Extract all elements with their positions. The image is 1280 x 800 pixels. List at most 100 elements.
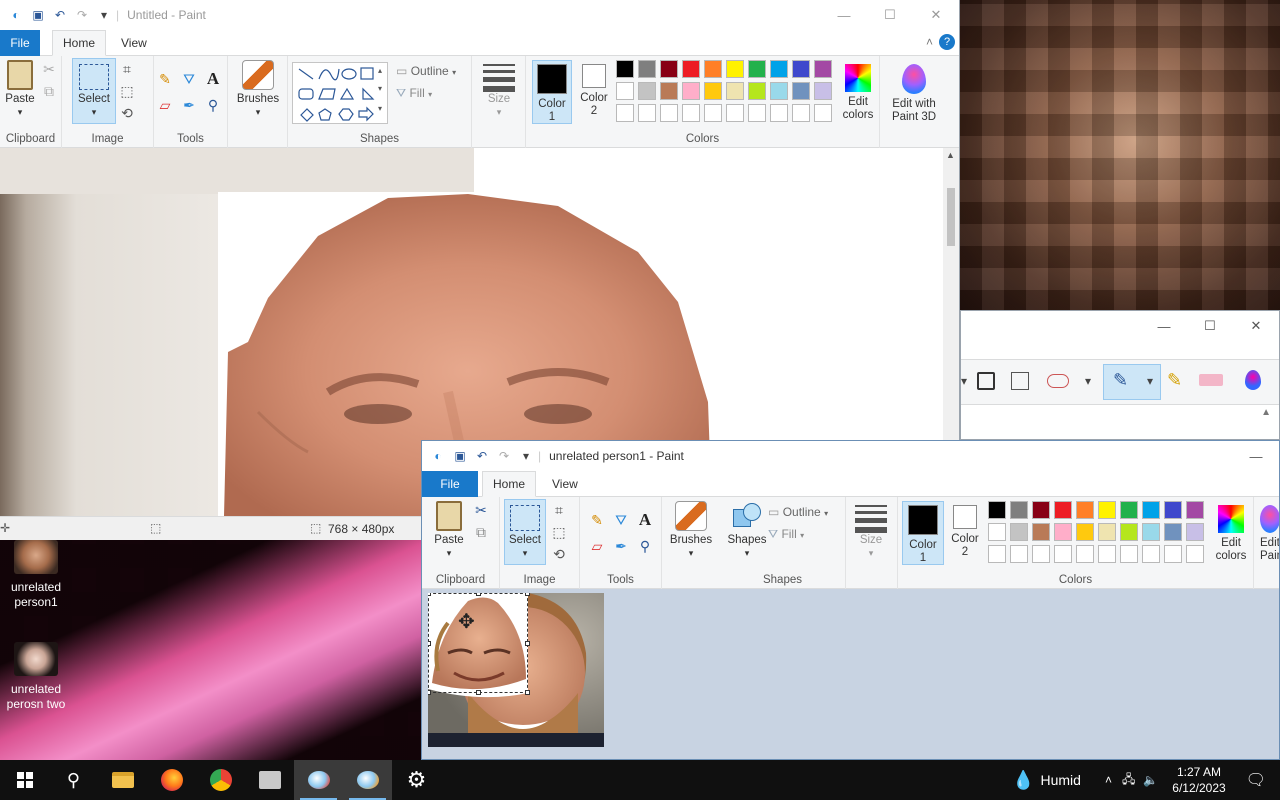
scroll-up-icon[interactable]: ▲ (1261, 407, 1271, 418)
eraser-icon[interactable]: ▱ (156, 96, 174, 114)
taskbar-app[interactable] (245, 760, 294, 800)
color-swatch[interactable] (1076, 501, 1094, 519)
color-swatch[interactable] (792, 82, 810, 100)
chevron-up-icon[interactable]: ▴ (378, 66, 382, 75)
chevron-down-icon[interactable]: ▾ (1147, 374, 1153, 388)
color-swatch[interactable] (1098, 545, 1116, 563)
desktop-icon-unrelated-person1[interactable]: unrelated person1 (4, 540, 68, 610)
paint-window-unrelated-person1[interactable]: ◐ ▣ ↶ ↷ ▾ | unrelated person1 - Paint — … (421, 440, 1280, 760)
cut-icon[interactable]: ✂ (472, 501, 490, 519)
color-swatch[interactable] (792, 60, 810, 78)
minimize-icon[interactable]: — (821, 0, 867, 30)
customize-toolbar-icon[interactable]: ▾ (96, 7, 112, 23)
tab-home[interactable]: Home (482, 471, 537, 497)
fill-bucket-icon[interactable]: ⛛ (180, 70, 198, 88)
chevron-down-icon[interactable]: ▾ (961, 374, 967, 388)
tab-file[interactable]: File (422, 471, 478, 497)
cut-icon[interactable]: ✂ (40, 60, 58, 78)
color-swatch[interactable] (682, 104, 700, 122)
edit-with-paint3d-button[interactable]: Edit with Paint 3D (886, 64, 942, 124)
color-swatch[interactable] (1142, 545, 1160, 563)
color-swatch[interactable] (1032, 501, 1050, 519)
save-icon[interactable] (977, 372, 995, 390)
selection-handle[interactable] (525, 690, 530, 695)
undo-icon[interactable]: ↶ (474, 448, 490, 464)
color-swatch[interactable] (988, 523, 1006, 541)
color-swatch[interactable] (638, 104, 656, 122)
color-swatch[interactable] (704, 104, 722, 122)
desktop-icon-unrelated-person-two[interactable]: unrelated perosn two (4, 642, 68, 712)
more-shapes-icon[interactable]: ▾ (378, 104, 382, 113)
color-swatch[interactable] (814, 82, 832, 100)
outline-button[interactable]: ▭ Outline ▾ (768, 505, 828, 519)
color-swatch[interactable] (1098, 523, 1116, 541)
clock[interactable]: 1:27 AM 6/12/2023 (1172, 764, 1225, 796)
brushes-button[interactable]: Brushes ▾ (668, 501, 714, 560)
crop-icon[interactable]: ⌗ (550, 501, 568, 519)
color-swatch[interactable] (704, 82, 722, 100)
color-swatch[interactable] (1164, 545, 1182, 563)
partial-paint-window[interactable]: — ☐ ✕ ▾ ▾ ✎ ▾ ✎ ▲ (960, 310, 1280, 440)
color-swatch[interactable] (814, 104, 832, 122)
shapes-button[interactable]: Shapes ▾ (724, 501, 770, 560)
selection-handle[interactable] (525, 593, 530, 596)
color-swatch[interactable] (1120, 523, 1138, 541)
pencil-icon[interactable]: ✎ (588, 511, 606, 529)
copy-icon[interactable]: ⧉ (472, 523, 490, 541)
redo-icon[interactable]: ↷ (496, 448, 512, 464)
shapes-gallery[interactable] (292, 62, 388, 124)
paste-button[interactable]: Paste ▾ (4, 60, 36, 119)
eraser-icon[interactable] (1047, 374, 1069, 388)
select-button[interactable]: Select ▾ (72, 58, 116, 124)
color-swatch[interactable] (1186, 545, 1204, 563)
minimize-icon[interactable]: — (1233, 441, 1279, 471)
color-swatch[interactable] (682, 82, 700, 100)
edit-colors-button[interactable]: Edit colors (1210, 505, 1252, 563)
brushes-button[interactable]: Brushes ▾ (234, 60, 282, 119)
color-swatch[interactable] (988, 545, 1006, 563)
selection-handle[interactable] (525, 641, 530, 646)
selection-handle[interactable] (476, 690, 481, 695)
eraser-icon[interactable] (1199, 374, 1223, 386)
color-swatch[interactable] (1076, 523, 1094, 541)
save-icon[interactable]: ▣ (30, 7, 46, 23)
color-swatch[interactable] (1120, 501, 1138, 519)
fill-bucket-icon[interactable]: ⛛ (612, 511, 630, 529)
close-icon[interactable]: ✕ (913, 0, 959, 30)
color-swatch[interactable] (616, 82, 634, 100)
scrollbar-thumb[interactable] (947, 188, 955, 246)
color-picker-icon[interactable]: ✒ (612, 537, 630, 555)
collapse-ribbon-icon[interactable]: ˄ (926, 35, 933, 49)
color-swatch[interactable] (1164, 523, 1182, 541)
tab-view[interactable]: View (111, 30, 157, 56)
color-swatch[interactable] (1186, 501, 1204, 519)
scroll-up-icon[interactable]: ▲ (946, 150, 955, 160)
chevron-down-icon[interactable]: ▾ (1085, 374, 1091, 388)
color-swatch[interactable] (704, 60, 722, 78)
selection-handle[interactable] (476, 593, 481, 596)
color-swatch[interactable] (1010, 523, 1028, 541)
color-swatch[interactable] (1076, 545, 1094, 563)
selection-handle[interactable] (428, 593, 431, 596)
color-swatch[interactable] (1010, 501, 1028, 519)
resize-icon[interactable]: ⬚ (118, 82, 136, 100)
taskbar-settings[interactable]: ⚙ (392, 760, 441, 800)
rotate-icon[interactable]: ⟲ (118, 104, 136, 122)
color-swatch[interactable] (1054, 501, 1072, 519)
color-swatch[interactable] (1032, 523, 1050, 541)
color-swatch[interactable] (1120, 545, 1138, 563)
color2-button[interactable]: Color 2 (946, 505, 984, 559)
color-swatch[interactable] (770, 60, 788, 78)
color-swatch[interactable] (770, 82, 788, 100)
color-swatch[interactable] (1054, 545, 1072, 563)
color-swatch[interactable] (660, 104, 678, 122)
tab-file[interactable]: File (0, 30, 40, 56)
network-icon[interactable]: 🖧 (1122, 770, 1135, 791)
outline-button[interactable]: ▭ Outline ▾ (396, 64, 456, 78)
color-swatch[interactable] (726, 60, 744, 78)
maximize-icon[interactable]: ☐ (867, 0, 913, 30)
edit-with-paint3d-button[interactable]: Edit Pain (1260, 505, 1279, 563)
color-swatch[interactable] (748, 104, 766, 122)
chevron-up-icon[interactable]: ˄ (1105, 773, 1112, 787)
save-icon[interactable]: ▣ (452, 448, 468, 464)
